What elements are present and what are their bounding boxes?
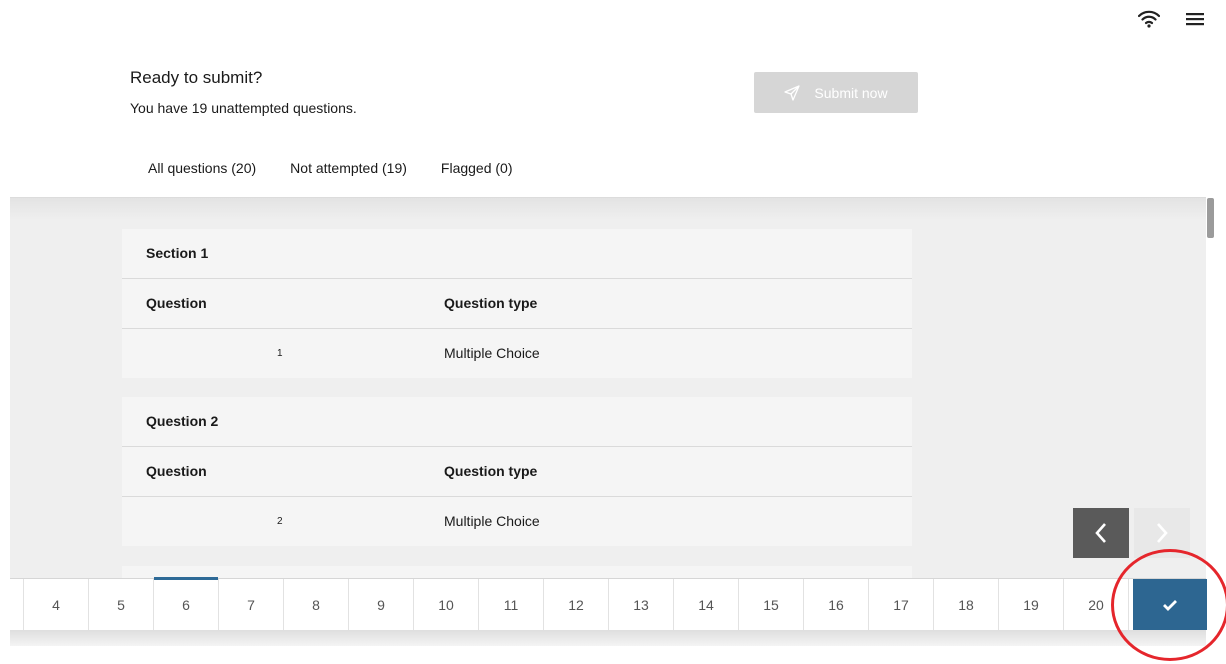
wifi-icon[interactable]	[1137, 10, 1161, 33]
chevron-right-icon	[1157, 523, 1168, 543]
question-page-button[interactable]: 11	[479, 579, 544, 631]
question-page-button[interactable]: 15	[739, 579, 804, 631]
chevron-left-icon	[1095, 523, 1106, 543]
page-title: Ready to submit?	[130, 68, 263, 87]
section-title: Section 1	[146, 245, 209, 261]
tab-flagged[interactable]: Flagged (0)	[441, 160, 513, 176]
tab-not-attempted[interactable]: Not attempted (19)	[290, 160, 407, 176]
question-page-button[interactable]: 5	[89, 579, 154, 631]
section-card-partial	[122, 566, 912, 578]
question-navigator: 4 5 6 7 8 9 10 11 12 13 14 15 16 17 18 19 20	[10, 577, 1206, 631]
question-type: Multiple Choice	[444, 513, 540, 529]
question-page-button[interactable]: 14	[674, 579, 739, 631]
question-page-button[interactable]: 10	[414, 579, 479, 631]
question-page-button-partial[interactable]	[10, 579, 24, 631]
column-header-question-type: Question type	[444, 295, 538, 311]
bottom-shadow	[10, 630, 1206, 646]
question-number[interactable]: 2	[277, 497, 283, 546]
question-type: Multiple Choice	[444, 345, 540, 361]
hamburger-menu-icon[interactable]	[1186, 11, 1204, 32]
question-page-button[interactable]: 4	[24, 579, 89, 631]
top-icons	[1137, 10, 1204, 33]
question-page-button[interactable]: 12	[544, 579, 609, 631]
table-header-row: Question Question type	[122, 279, 912, 329]
column-header-question: Question	[146, 295, 207, 311]
question-page-button[interactable]: 8	[284, 579, 349, 631]
question-page-button[interactable]: 9	[349, 579, 414, 631]
highlight-circle-annotation	[1111, 549, 1226, 661]
question-page-button[interactable]: 19	[999, 579, 1064, 631]
question-page-button[interactable]: 16	[804, 579, 869, 631]
unattempted-message: You have 19 unattempted questions.	[130, 100, 357, 116]
question-page-button[interactable]: 17	[869, 579, 934, 631]
section-card: Question 2 Question Question type 2 Mult…	[122, 397, 912, 546]
previous-question-button[interactable]	[1073, 508, 1129, 558]
question-filter-tabs: All questions (20) Not attempted (19) Fl…	[148, 160, 513, 176]
section-header-row: Section 1	[122, 229, 912, 279]
submit-now-label: Submit now	[814, 84, 888, 101]
section-header-row: Question 2	[122, 397, 912, 447]
section-title: Question 2	[146, 413, 219, 429]
column-header-question: Question	[146, 463, 207, 479]
paper-plane-icon	[784, 84, 801, 101]
table-row[interactable]: 2 Multiple Choice	[122, 497, 912, 546]
table-row[interactable]: 1 Multiple Choice	[122, 329, 912, 378]
question-page-button[interactable]: 7	[219, 579, 284, 631]
question-page-button[interactable]: 18	[934, 579, 999, 631]
table-header-row: Question Question type	[122, 447, 912, 497]
column-header-question-type: Question type	[444, 463, 538, 479]
submit-now-button[interactable]: Submit now	[754, 72, 918, 113]
question-page-button[interactable]: 13	[609, 579, 674, 631]
section-card: Section 1 Question Question type 1 Multi…	[122, 229, 912, 378]
question-page-button[interactable]: 6	[154, 577, 219, 631]
scrollbar-thumb[interactable]	[1207, 198, 1214, 238]
question-number[interactable]: 1	[277, 329, 283, 378]
tab-all-questions[interactable]: All questions (20)	[148, 160, 256, 176]
